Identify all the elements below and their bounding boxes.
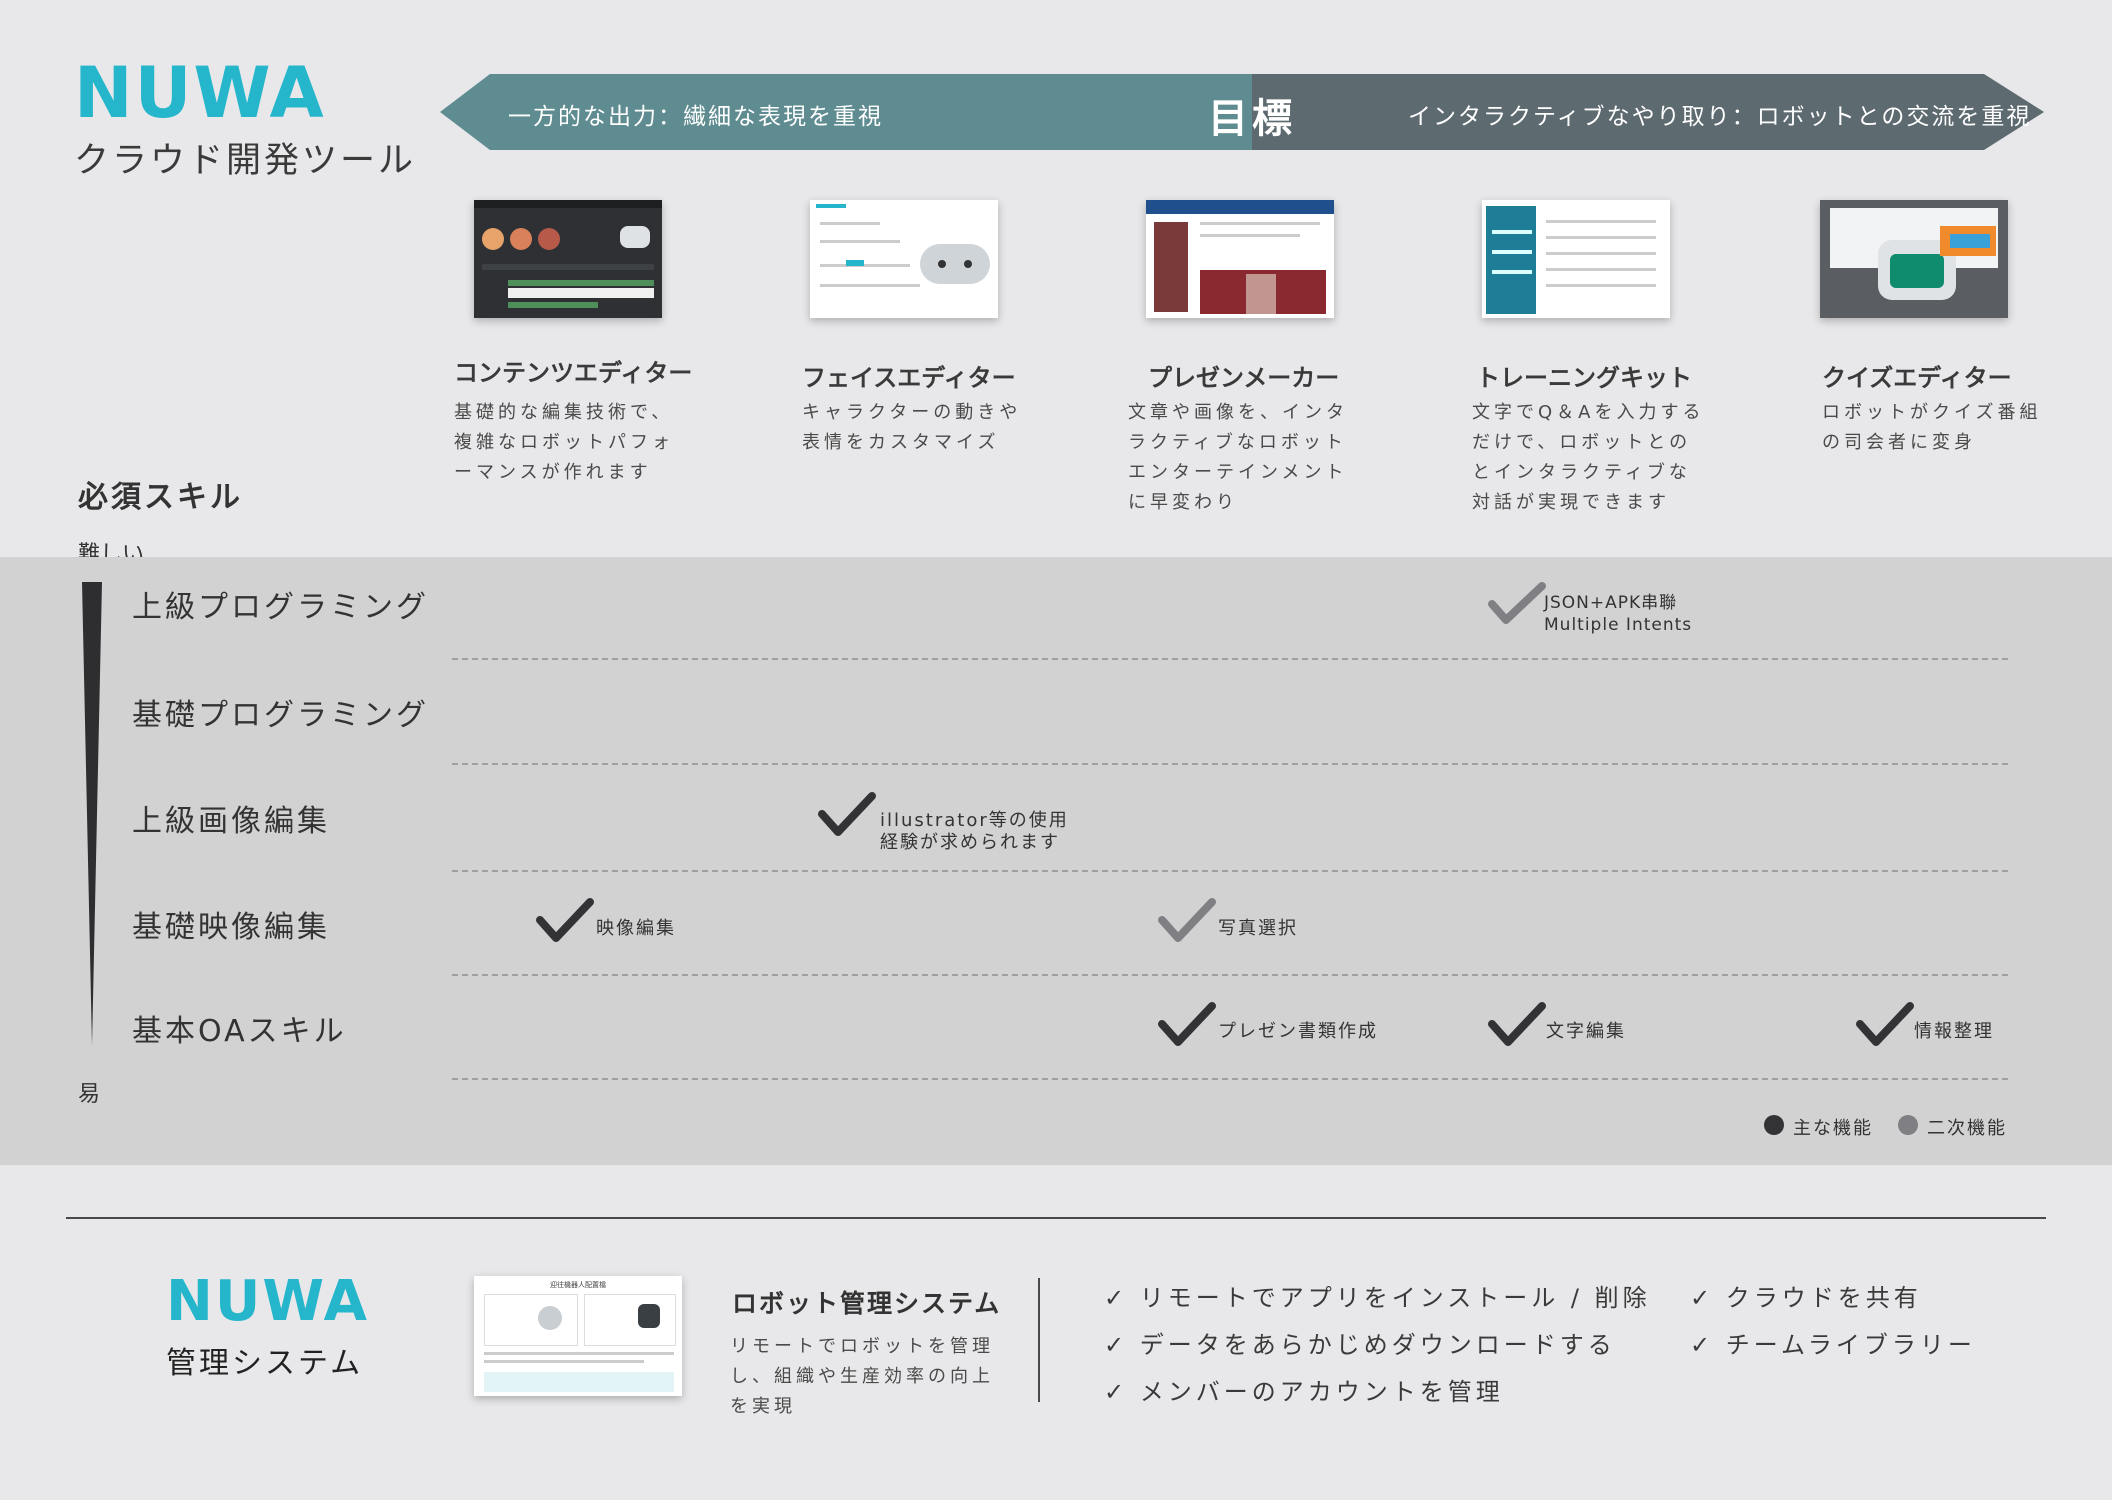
row-divider [452, 1078, 2008, 1080]
management-vertical-divider [1038, 1278, 1040, 1402]
tool-screenshot-presentation-maker [1146, 200, 1334, 318]
check-note-line: Multiple Intents [1544, 615, 1693, 635]
feature-item: ✓ データをあらかじめダウンロードする [1104, 1331, 1616, 1359]
row-divider [452, 763, 2008, 765]
check-note-line: JSON+APK串聯 [1544, 593, 1678, 613]
skill-label-advanced-programming: 上級プログラミング [132, 590, 429, 625]
checkmark-icon [818, 792, 876, 836]
management-screenshot-title: 迎往機器人配置檔 [550, 1281, 606, 1289]
tool-screenshot-content-editor [474, 200, 662, 318]
check-note-line: illustrator等の使用 [880, 810, 1069, 831]
row-divider [452, 658, 2008, 660]
tool-name-content-editor: コンテンツエディター [454, 359, 693, 387]
difficulty-easy-label: 易 [78, 1082, 101, 1107]
header-subtitle: クラウド開発ツール [74, 141, 417, 181]
tool-desc-quiz-editor: ロボットがクイズ番組の司会者に変身 [1822, 402, 2042, 453]
checkmark-icon [1488, 582, 1546, 624]
skill-label-basic-video-editing: 基礎映像編集 [132, 910, 330, 945]
checkmark-icon [1856, 1002, 1914, 1046]
tool-desc-face-editor: キャラクターの動きや表情をカスタマイズ [802, 402, 1022, 453]
tool-name-presentation-maker: プレゼンメーカー [1148, 364, 1340, 392]
management-title: ロボット管理システム [732, 1289, 1002, 1318]
check-note-video-editing: 映像編集 [596, 918, 676, 939]
skills-matrix [0, 557, 2112, 1165]
row-divider [452, 870, 2008, 872]
tool-name-training-kit: トレーニングキット [1476, 364, 1692, 392]
row-divider [452, 974, 2008, 976]
tool-screenshot-training-kit [1482, 200, 1670, 318]
nuwa-logo-management: NUWA [166, 1269, 369, 1334]
banner-right-text: インタラクティブなやり取り：ロボットとの交流を重視 [1408, 104, 2032, 130]
bottom-divider [66, 1217, 2046, 1219]
difficulty-wedge [82, 582, 102, 1046]
skill-label-basic-oa: 基本OAスキル [132, 1014, 347, 1049]
checkmark-icon [1158, 1002, 1216, 1046]
check-note-presentation-docs: プレゼン書類作成 [1218, 1021, 1378, 1042]
check-note-line: 経験が求められます [880, 832, 1060, 853]
nuwa-logo: NUWA [74, 52, 326, 134]
skills-section-title: 必須スキル [78, 480, 243, 515]
feature-item: ✓ チームライブラリー [1690, 1331, 1976, 1359]
management-screenshot: 迎往機器人配置檔 [474, 1276, 682, 1396]
legend-main-label: 主な機能 [1793, 1118, 1873, 1139]
legend-main-dot [1764, 1115, 1784, 1135]
management-subtitle: 管理システム [166, 1346, 364, 1381]
tool-name-quiz-editor: クイズエディター [1822, 364, 2012, 392]
legend-secondary-dot [1898, 1115, 1918, 1135]
check-note-photo-selection: 写真選択 [1218, 918, 1298, 939]
tool-desc-content-editor: 基礎的な編集技術で、複雑なロボットパフォーマンスが作れます [454, 402, 674, 483]
checkmark-icon [1158, 898, 1216, 942]
banner-center-text: 目標 [1208, 96, 1296, 142]
checkmark-icon [1488, 1002, 1546, 1046]
check-note-text-editing: 文字編集 [1546, 1021, 1626, 1042]
tool-screenshot-face-editor [810, 200, 998, 318]
tool-name-face-editor: フェイスエディター [802, 364, 1016, 392]
tool-desc-presentation-maker: 文章や画像を、インタラクティブなロボットエンターテインメントに早変わり [1128, 402, 1348, 513]
feature-item: ✓ リモートでアプリをインストール / 削除 [1104, 1284, 1651, 1312]
checkmark-icon [536, 898, 594, 942]
tool-screenshot-quiz-editor [1820, 200, 2008, 318]
feature-item: ✓ メンバーのアカウントを管理 [1104, 1378, 1504, 1406]
skill-label-basic-programming: 基礎プログラミング [132, 698, 429, 733]
check-note-advanced-programming: JSON+APK串聯 Multiple Intents [1544, 592, 1692, 636]
banner-left-text: 一方的な出力：繊細な表現を重視 [508, 104, 883, 130]
skill-label-advanced-image-editing: 上級画像編集 [132, 804, 330, 839]
feature-item: ✓ クラウドを共有 [1690, 1284, 1922, 1312]
check-note-advanced-image-editing: illustrator等の使用 経験が求められます [880, 810, 1069, 854]
tool-desc-training-kit: 文字でQ＆Aを入力するだけで、ロボットとのとインタラクティブな対話が実現できます [1472, 402, 1705, 513]
legend-secondary-label: 二次機能 [1927, 1118, 2007, 1139]
check-note-info-organizing: 情報整理 [1914, 1021, 1994, 1042]
management-desc: リモートでロボットを管理し、組織や生産効率の向上を実現 [730, 1336, 994, 1417]
